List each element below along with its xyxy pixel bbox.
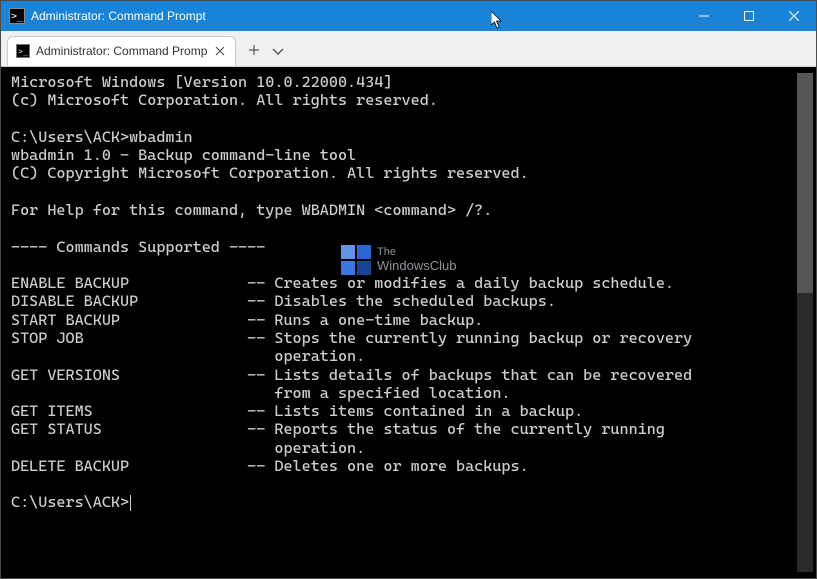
plus-icon: [248, 44, 260, 56]
new-tab-button[interactable]: [248, 43, 260, 59]
chevron-down-icon: [272, 48, 284, 56]
window-title: Administrator: Command Prompt: [31, 9, 681, 23]
close-button[interactable]: [771, 1, 816, 31]
close-icon: [215, 46, 225, 56]
terminal-output[interactable]: Microsoft Windows [Version 10.0.22000.43…: [11, 73, 797, 572]
text-cursor: [130, 495, 131, 511]
scrollbar[interactable]: [797, 73, 813, 572]
minimize-icon: [699, 11, 709, 21]
tab-close-button[interactable]: [213, 44, 227, 59]
tabbar: >_ Administrator: Command Promp: [1, 31, 816, 67]
tab-actions: [236, 43, 284, 59]
app-window: >_ Administrator: Command Prompt >_ Admi…: [0, 0, 817, 579]
tab-cmd[interactable]: >_ Administrator: Command Promp: [7, 36, 236, 66]
terminal-area: Microsoft Windows [Version 10.0.22000.43…: [1, 67, 816, 578]
scroll-thumb[interactable]: [797, 73, 813, 293]
window-controls: [681, 1, 816, 31]
cmd-icon: >_: [16, 44, 30, 58]
maximize-button[interactable]: [726, 1, 771, 31]
maximize-icon: [744, 11, 754, 21]
tab-dropdown-button[interactable]: [272, 43, 284, 59]
minimize-button[interactable]: [681, 1, 726, 31]
close-icon: [789, 11, 799, 21]
cmd-icon: >_: [9, 8, 25, 24]
titlebar[interactable]: >_ Administrator: Command Prompt: [1, 1, 816, 31]
tab-label: Administrator: Command Promp: [36, 44, 207, 58]
